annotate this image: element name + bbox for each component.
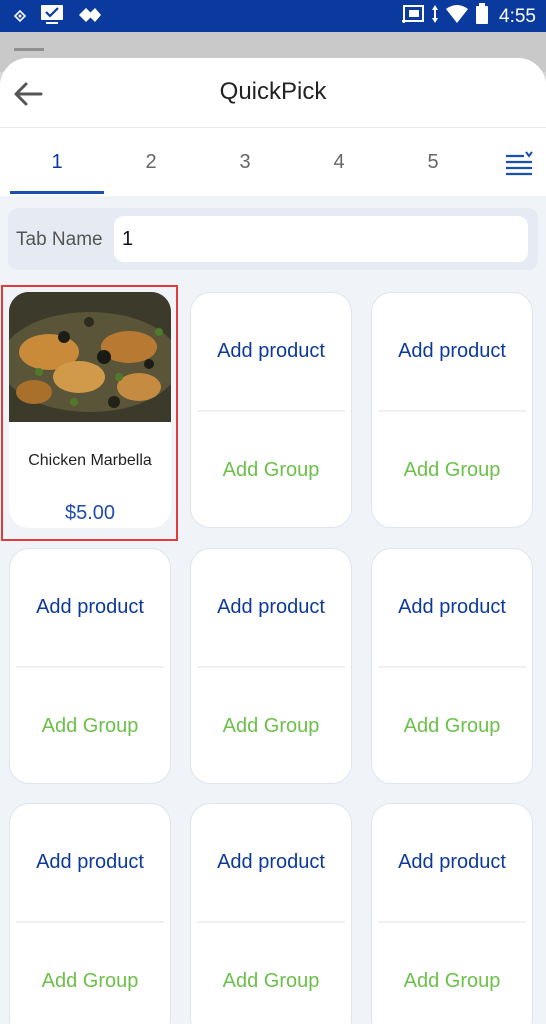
empty-slot-card: Add product Add Group — [190, 803, 352, 1024]
add-group-button[interactable]: Add Group — [10, 923, 170, 1024]
data-arrows-icon — [431, 4, 439, 29]
tab-name-label: Tab Name — [16, 229, 103, 250]
add-product-button[interactable]: Add product — [372, 804, 532, 920]
product-name: Chicken Marbella — [28, 452, 152, 469]
wifi-icon — [445, 4, 469, 29]
add-group-button[interactable]: Add Group — [372, 668, 532, 785]
status-time: 4:55 — [499, 5, 536, 27]
add-group-button[interactable]: Add Group — [191, 923, 351, 1024]
status-bar: 4:55 — [0, 0, 546, 32]
notification-icon — [13, 9, 27, 27]
add-product-button[interactable]: Add product — [10, 549, 170, 665]
empty-slot-card: Add product Add Group — [190, 292, 352, 528]
add-product-button[interactable]: Add product — [191, 804, 351, 920]
add-product-button[interactable]: Add product — [191, 549, 351, 665]
empty-slot-card: Add product Add Group — [371, 292, 533, 528]
add-product-button[interactable]: Add product — [372, 293, 532, 409]
tab-bar: 1 2 3 4 5 — [0, 128, 546, 196]
add-group-button[interactable]: Add Group — [10, 668, 170, 785]
header-bar: QuickPick — [0, 58, 546, 128]
empty-slot-card: Add product Add Group — [9, 548, 171, 784]
tag-icon — [78, 6, 102, 29]
page-title: QuickPick — [219, 78, 327, 105]
empty-slot-card: Add product Add Group — [190, 548, 352, 784]
empty-slot-card: Add product Add Group — [9, 803, 171, 1024]
tab-5[interactable]: 5 — [386, 128, 480, 196]
add-group-button[interactable]: Add Group — [372, 412, 532, 529]
product-card[interactable]: Chicken Marbella $5.00 — [9, 292, 171, 528]
monitor-icon — [40, 4, 64, 31]
add-product-button[interactable]: Add product — [10, 804, 170, 920]
tab-4[interactable]: 4 — [292, 128, 386, 196]
add-product-button[interactable]: Add product — [372, 549, 532, 665]
tab-3[interactable]: 3 — [198, 128, 292, 196]
tab-2[interactable]: 2 — [104, 128, 198, 196]
add-group-button[interactable]: Add Group — [191, 668, 351, 785]
tab-name-input[interactable] — [114, 216, 528, 262]
add-product-button[interactable]: Add product — [191, 293, 351, 409]
empty-slot-card: Add product Add Group — [371, 548, 533, 784]
add-group-button[interactable]: Add Group — [191, 412, 351, 529]
tab-name-row: Tab Name — [8, 208, 538, 270]
product-image — [9, 292, 171, 422]
menu-lines-icon — [506, 151, 533, 176]
cast-icon — [401, 4, 425, 29]
product-price: $5.00 — [64, 502, 116, 524]
tab-1[interactable]: 1 — [10, 128, 104, 196]
tab-menu-button[interactable] — [504, 150, 534, 176]
battery-icon — [475, 3, 489, 30]
add-group-button[interactable]: Add Group — [372, 923, 532, 1024]
empty-slot-card: Add product Add Group — [371, 803, 533, 1024]
